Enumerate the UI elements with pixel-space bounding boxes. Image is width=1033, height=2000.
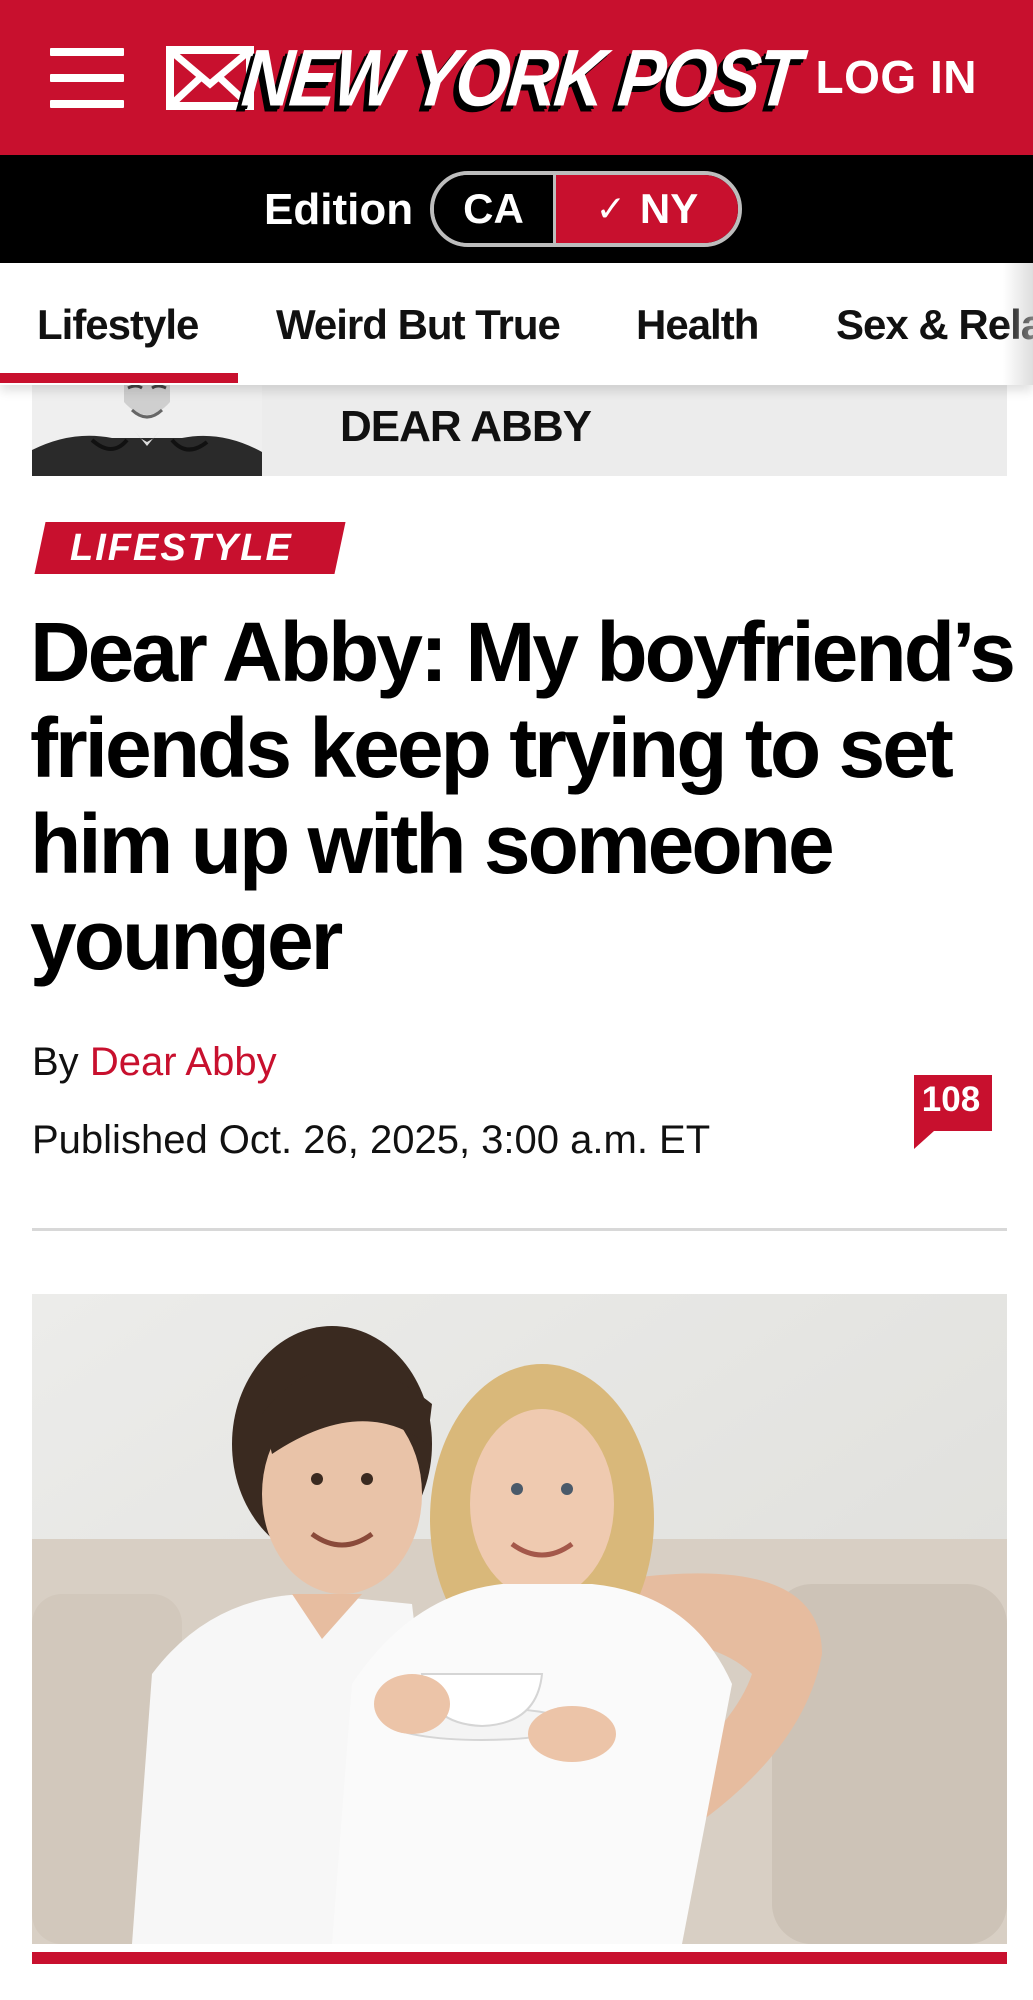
- nav-item-lifestyle[interactable]: Lifestyle: [37, 301, 199, 349]
- site-header: NEW YORK POST LOG IN: [0, 0, 1033, 155]
- category-tag[interactable]: LIFESTYLE: [70, 527, 293, 570]
- nav-scroll-fade: [1003, 263, 1033, 385]
- menu-line: [50, 74, 124, 82]
- divider: [32, 1228, 1007, 1231]
- checkmark-icon: ✓: [595, 188, 626, 229]
- author-link[interactable]: Dear Abby: [90, 1040, 277, 1084]
- edition-toggle[interactable]: CA ✓ NY: [430, 171, 742, 247]
- logo-text: NEW YORK POST: [237, 33, 803, 123]
- edition-bar: Edition CA ✓ NY: [0, 155, 1033, 263]
- byline: By Dear Abby: [32, 1040, 277, 1085]
- section-nav: Lifestyle Weird But True Health Sex & Re…: [0, 263, 1033, 385]
- active-tab-indicator: [0, 373, 238, 383]
- edition-label: Edition: [264, 185, 414, 234]
- column-banner[interactable]: DEAR ABBY: [32, 380, 1007, 476]
- menu-line: [50, 100, 124, 108]
- hamburger-menu-icon[interactable]: [50, 48, 124, 108]
- edition-option-ny[interactable]: ✓ NY: [556, 175, 738, 243]
- image-bottom-rule: [32, 1952, 1007, 1964]
- edition-option-ca[interactable]: CA: [434, 175, 556, 243]
- nav-item-health[interactable]: Health: [636, 301, 759, 349]
- column-title: DEAR ABBY: [340, 402, 592, 451]
- site-logo[interactable]: NEW YORK POST: [238, 28, 802, 128]
- menu-line: [50, 48, 124, 56]
- article-headline: Dear Abby: My boyfriend’s friends keep t…: [30, 605, 1016, 987]
- article-hero-image[interactable]: [32, 1294, 1007, 1944]
- edition-option-label: CA: [463, 185, 524, 232]
- byline-prefix: By: [32, 1040, 79, 1084]
- publish-date: Published Oct. 26, 2025, 3:00 a.m. ET: [32, 1118, 711, 1162]
- edition-option-label: NY: [639, 185, 699, 232]
- nav-item-weird-but-true[interactable]: Weird But True: [276, 301, 561, 349]
- columnist-photo: [32, 380, 262, 476]
- comment-count: 108: [921, 1080, 981, 1119]
- login-button[interactable]: LOG IN: [816, 50, 977, 104]
